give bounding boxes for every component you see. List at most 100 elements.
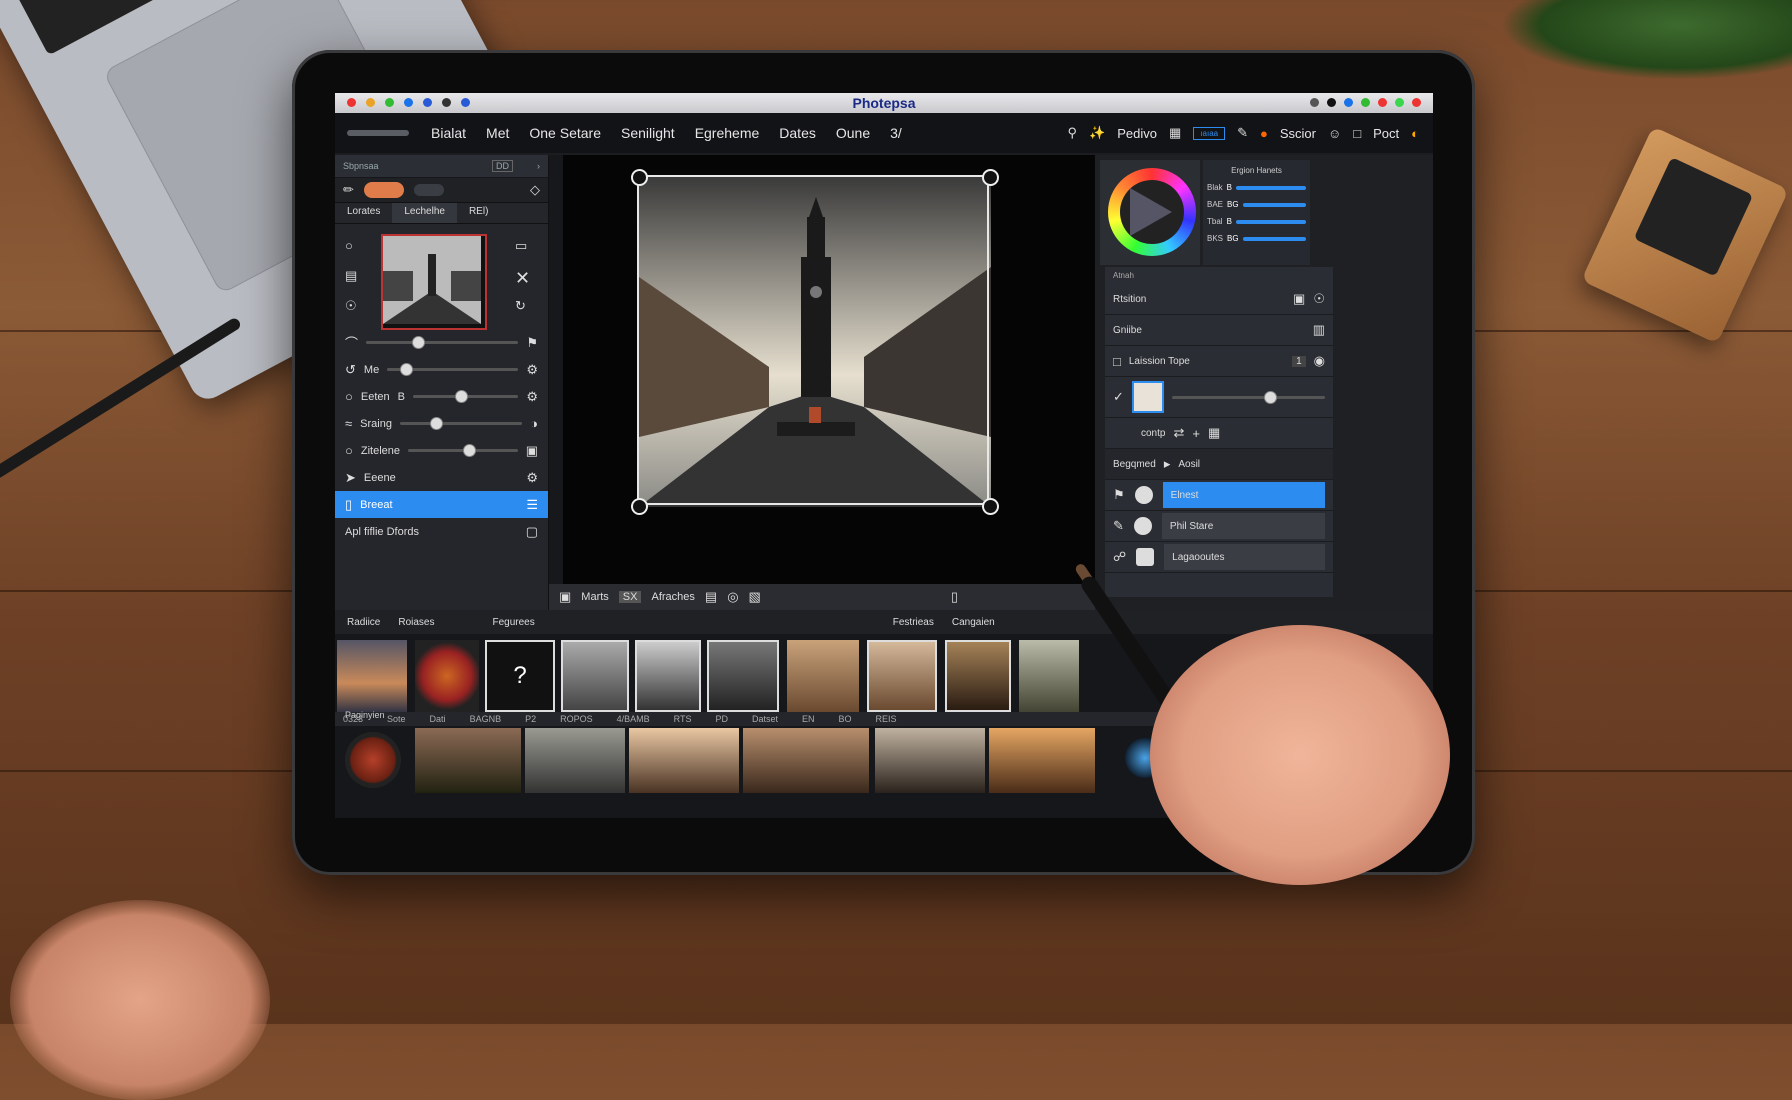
opacity-slider[interactable] (1171, 390, 1325, 404)
lock-icon[interactable]: ▢ (526, 524, 538, 540)
select-label[interactable]: Sscior (1280, 126, 1316, 141)
thumbnail[interactable] (867, 640, 937, 712)
status-item[interactable]: SX (618, 591, 642, 603)
gear-icon[interactable]: ⚙ (526, 362, 538, 378)
brush-icon[interactable]: ✎ (1113, 518, 1124, 534)
thumbnail[interactable] (945, 640, 1011, 712)
menu-icon[interactable]: ☰ (526, 497, 538, 513)
film-frame[interactable] (525, 728, 625, 793)
tab-rel[interactable]: REl) (457, 203, 500, 223)
adjust-bar[interactable] (1235, 219, 1306, 224)
save-icon[interactable]: ▣ (559, 589, 571, 605)
grid-icon[interactable]: ▤ (705, 589, 717, 605)
page-icon[interactable]: ▯ (951, 589, 958, 605)
menu-item[interactable]: Senilight (611, 125, 685, 141)
pin-icon[interactable]: ⚑ (1113, 487, 1125, 503)
layer-row[interactable]: ✎ Phil Stare (1105, 511, 1333, 542)
vertical-toolbar[interactable] (549, 155, 563, 610)
tray-icon[interactable] (1412, 98, 1421, 107)
browser-tab[interactable]: Festrieas (893, 617, 934, 628)
thumbnail[interactable] (707, 640, 779, 712)
browser-tab[interactable]: Radiice (347, 617, 380, 628)
flag-icon[interactable]: ⚑ (526, 335, 538, 351)
grid-icon[interactable]: ▦ (1169, 125, 1181, 141)
menu-item[interactable]: Met (476, 125, 519, 141)
adjust-bar[interactable] (1242, 236, 1306, 241)
color-wheel[interactable] (1108, 168, 1196, 256)
menu-item[interactable]: Egreheme (685, 125, 770, 141)
cross-icon[interactable]: ✕ (515, 268, 530, 289)
slider-knob[interactable] (455, 390, 469, 403)
brush-icon[interactable]: ✎ (1237, 125, 1248, 141)
panel-menu-icon[interactable]: › (537, 161, 540, 171)
film-frame[interactable] (629, 728, 739, 793)
play-icon[interactable]: ▸ (1164, 456, 1171, 472)
gear-icon[interactable]: ⚙ (526, 389, 538, 405)
tray-icon[interactable] (1327, 98, 1336, 107)
magic-wand-icon[interactable]: ✨ (1089, 125, 1105, 141)
thumbnail[interactable] (561, 640, 629, 712)
search-icon[interactable]: ⚲ (1068, 125, 1078, 141)
curve-icon[interactable]: ⌒ (345, 333, 358, 352)
adjust-slider[interactable] (399, 417, 523, 430)
image-icon[interactable]: ▧ (749, 589, 761, 605)
eraser-tool-icon[interactable] (413, 184, 444, 196)
menu-item[interactable]: 3/ (880, 125, 912, 141)
dial-icon[interactable]: ◉ (1314, 353, 1325, 369)
plus-icon[interactable]: + (1192, 426, 1200, 441)
browser-tab[interactable]: Roiases (398, 617, 434, 628)
link-icon[interactable]: ☍ (1113, 549, 1126, 565)
firefox-icon[interactable]: ● (1260, 126, 1268, 141)
film-frame[interactable] (875, 728, 985, 793)
toggle-icon[interactable]: ◑ (530, 416, 538, 431)
slider-knob[interactable] (430, 417, 444, 430)
settings-icon[interactable]: ⚙ (526, 470, 538, 486)
thumbnail[interactable] (787, 640, 859, 712)
layer-row[interactable]: ☍ Lagaooutes (1105, 542, 1333, 573)
prop-value[interactable]: 1 (1292, 355, 1306, 367)
curve-icon[interactable]: ≈ (345, 416, 352, 431)
drop-icon[interactable]: ○ (345, 389, 353, 404)
thumbnail[interactable] (337, 640, 407, 712)
film-frame[interactable] (989, 728, 1095, 793)
color-icon[interactable]: ◐ (1411, 126, 1419, 141)
brush-tool-icon[interactable] (363, 182, 404, 198)
tab-lechelhe[interactable]: Lechelhe (392, 203, 457, 223)
browser-tab[interactable]: Cangaien (952, 617, 995, 628)
arrow-icon[interactable]: ➤ (345, 470, 356, 486)
panel-icon[interactable]: ▥ (1313, 322, 1325, 338)
mode-badge[interactable]: ıaıaa (1193, 126, 1226, 140)
circle-icon[interactable]: ○ (345, 238, 353, 253)
tray-icon[interactable] (1310, 98, 1319, 107)
pin-icon[interactable]: ☉ (345, 298, 357, 314)
adjust-slider[interactable] (387, 363, 519, 376)
slider-knob[interactable] (400, 363, 414, 376)
color-swatch[interactable] (1131, 381, 1164, 413)
layer-row[interactable]: ⚑ Elnest (1105, 480, 1333, 511)
adjust-slider[interactable] (366, 336, 519, 349)
check-icon[interactable]: ✓ (1113, 389, 1124, 405)
slider-knob[interactable] (411, 336, 425, 349)
face-icon[interactable]: ☺ (1328, 126, 1341, 141)
adjust-bar[interactable] (1242, 202, 1306, 207)
tab-lorates[interactable]: Lorates (335, 203, 392, 223)
status-item[interactable]: Afraches (651, 591, 694, 603)
crop-handle[interactable] (982, 169, 999, 186)
navigator-thumbnail[interactable] (381, 234, 487, 330)
crop-handle[interactable] (631, 169, 648, 186)
thumbnail[interactable]: ? (485, 640, 555, 712)
thumbnail[interactable] (415, 640, 479, 712)
location-icon[interactable]: ☉ (1313, 291, 1325, 307)
layers-tab[interactable]: Aosil (1178, 459, 1200, 470)
adjust-bar[interactable] (1235, 185, 1306, 190)
status-item[interactable]: Marts (581, 591, 609, 603)
checkbox-icon[interactable]: □ (1113, 354, 1121, 369)
folder-icon[interactable]: ▤ (345, 268, 357, 284)
film-frame[interactable] (415, 728, 521, 793)
menu-item[interactable]: Dates (769, 125, 826, 141)
image-icon[interactable]: ▣ (1293, 291, 1305, 307)
post-label[interactable]: Poct (1373, 126, 1399, 141)
slider-knob[interactable] (462, 444, 476, 457)
record-button[interactable] (345, 732, 401, 788)
crop-frame[interactable] (637, 175, 989, 505)
